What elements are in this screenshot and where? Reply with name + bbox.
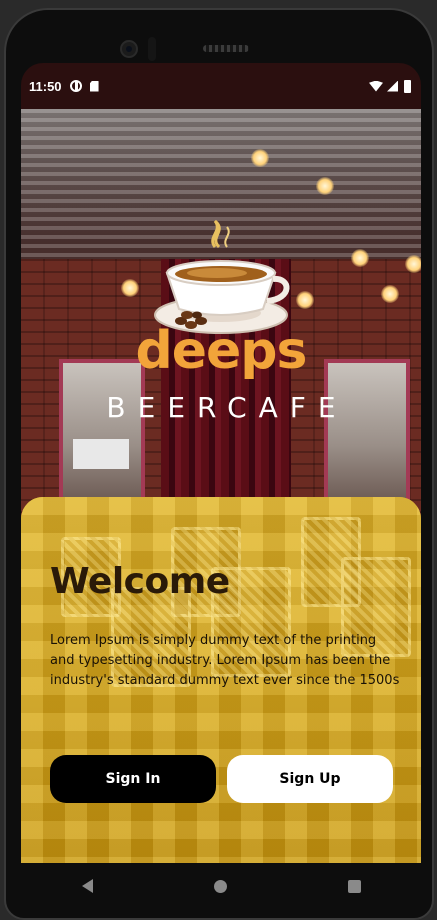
signal-icon <box>387 80 398 92</box>
sign-up-button[interactable]: Sign Up <box>227 755 393 803</box>
hero-image: deeps BEERCAFE <box>21 109 421 549</box>
earpiece-speaker <box>203 45 249 52</box>
nav-recents-button[interactable] <box>324 879 384 893</box>
sign-in-button[interactable]: Sign In <box>50 755 216 803</box>
lamp-light <box>251 149 269 167</box>
lamp-light <box>381 285 399 303</box>
nav-back-button[interactable] <box>58 879 118 893</box>
lamp-light <box>121 279 139 297</box>
phone-top-bezel <box>6 10 432 70</box>
status-indicators <box>369 79 411 93</box>
logo-brand-name: deeps <box>135 321 308 381</box>
logo-subtitle: BEERCAFE <box>106 391 348 424</box>
sd-card-icon <box>89 80 99 92</box>
app-screen: 11:50 deeps BEERCAFE Welcome Lorem Ipsum… <box>21 63 421 863</box>
home-icon <box>214 879 228 893</box>
lamp-light <box>296 291 314 309</box>
welcome-title: Welcome <box>50 561 230 602</box>
status-time: 11:50 <box>29 78 62 94</box>
battery-icon <box>404 79 411 93</box>
lamp-light <box>316 177 334 195</box>
nav-home-button[interactable] <box>191 879 251 893</box>
hero-window-screen <box>73 439 129 469</box>
welcome-panel: Welcome Lorem Ipsum is simply dummy text… <box>21 497 421 863</box>
wifi-icon <box>369 80 383 92</box>
lamp-light <box>351 249 369 267</box>
coffee-cup-icon <box>154 219 290 334</box>
status-bar: 11:50 <box>21 63 421 109</box>
proximity-sensor <box>148 37 156 61</box>
system-navigation-bar <box>21 863 421 909</box>
recents-icon <box>347 879 361 893</box>
back-icon <box>82 879 94 893</box>
lamp-light <box>405 255 421 273</box>
welcome-description: Lorem Ipsum is simply dummy text of the … <box>50 633 400 688</box>
front-camera <box>120 40 138 58</box>
data-saver-icon <box>69 80 82 92</box>
